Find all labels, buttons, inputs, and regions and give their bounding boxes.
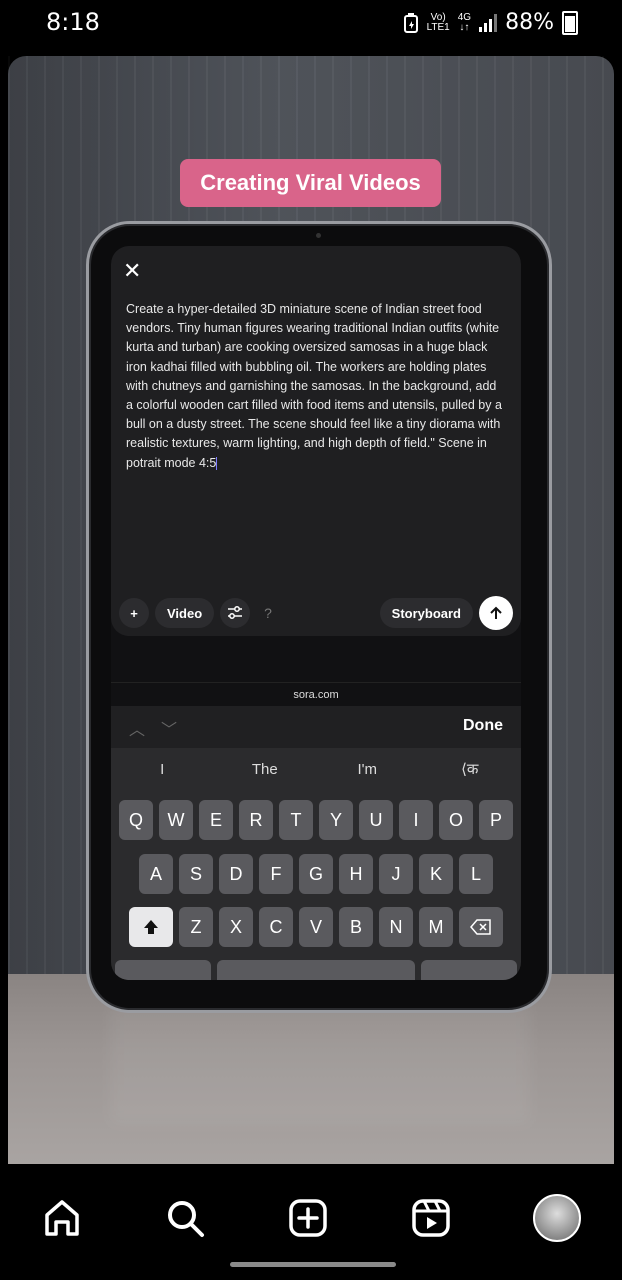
close-icon[interactable]: ✕ [123,258,141,284]
home-icon[interactable] [41,1197,83,1239]
key[interactable]: C [259,907,293,947]
key[interactable]: A [139,854,173,894]
prompt-textarea[interactable]: Create a hyper-detailed 3D miniature sce… [126,300,506,473]
table-reflection [110,1004,530,1124]
tablet-device: ✕ Create a hyper-detailed 3D miniature s… [86,221,552,1013]
key[interactable]: J [379,854,413,894]
data-type-label: 4G [457,11,472,23]
signal-icon [479,13,498,32]
key[interactable]: E [199,800,233,840]
help-button[interactable]: ? [264,605,272,621]
settings-button[interactable] [220,598,251,628]
key[interactable]: M [419,907,453,947]
status-time: 8:18 [46,8,100,36]
tablet-camera [316,233,321,238]
keyboard-row-3: Z X C V B N M [111,907,521,947]
keyboard-accessory-bar: ︿ ﹀ Done [111,706,521,748]
data-arrows: ↓↑ [459,21,470,33]
key[interactable]: I [399,800,433,840]
search-icon[interactable] [164,1197,206,1239]
field-navigation: ︿ ﹀ [129,716,177,740]
browser-url-bar[interactable]: sora.com [111,682,521,707]
bottom-navigation [0,1176,622,1280]
nav-icons [0,1194,622,1242]
suggestion-item[interactable]: ⟨क [419,759,522,779]
suggestion-item[interactable]: I'm [316,761,419,778]
status-bar: 8:18 Vo) LTE1 4G ↓↑ 88% [0,0,622,44]
reels-icon[interactable] [410,1197,452,1239]
done-button[interactable]: Done [463,717,503,735]
key[interactable]: L [459,854,493,894]
backspace-key[interactable] [459,907,503,947]
chevron-down-icon[interactable]: ﹀ [161,716,177,740]
key[interactable]: H [339,854,373,894]
key[interactable]: D [219,854,253,894]
volte-label: Vo) [430,11,446,23]
data-indicator: 4G ↓↑ [457,11,472,33]
key[interactable]: P [479,800,513,840]
key[interactable]: O [439,800,473,840]
key[interactable]: Z [179,907,213,947]
key[interactable]: U [359,800,393,840]
keyboard-row-2: A S D F G H J K L [111,854,521,894]
video-mode-button[interactable]: Video [155,598,215,628]
suggestion-item[interactable]: I [111,761,214,778]
key[interactable]: T [279,800,313,840]
prompt-composer: ✕ Create a hyper-detailed 3D miniature s… [111,246,521,636]
arrow-up-icon [490,606,502,619]
battery-saver-icon [403,12,418,33]
shift-key[interactable] [129,907,173,947]
on-screen-keyboard: I The I'm ⟨क Q W E R T Y U I O P A S D F… [111,748,521,980]
key[interactable]: S [179,854,213,894]
shift-icon [144,920,158,934]
gesture-bar [230,1262,396,1267]
title-pill: Creating Viral Videos [180,159,441,207]
tablet-screen: ✕ Create a hyper-detailed 3D miniature s… [111,246,521,980]
profile-avatar[interactable] [533,1194,582,1242]
battery-icon [562,10,578,35]
send-button[interactable] [479,596,513,630]
key[interactable]: Y [319,800,353,840]
key[interactable]: X [219,907,253,947]
key[interactable]: F [259,854,293,894]
keyboard-row-1: Q W E R T Y U I O P [111,800,521,840]
text-caret [216,456,218,470]
status-indicators: Vo) LTE1 4G ↓↑ 88% [403,10,578,35]
space-key[interactable] [217,960,415,980]
key[interactable]: V [299,907,333,947]
number-key[interactable] [115,960,211,980]
chevron-up-icon[interactable]: ︿ [129,716,145,740]
suggestion-item[interactable]: The [214,761,317,778]
return-key[interactable] [421,960,517,980]
key[interactable]: N [379,907,413,947]
backspace-icon [470,919,491,935]
lte-label: LTE1 [426,21,450,33]
key[interactable]: W [159,800,193,840]
sliders-icon [228,606,243,619]
battery-percent: 88% [505,10,554,35]
composer-toolbar: + Video ? Storyboard [119,596,513,630]
create-icon[interactable] [287,1197,329,1239]
key[interactable]: B [339,907,373,947]
key[interactable]: G [299,854,333,894]
add-button[interactable]: + [119,598,149,628]
suggestion-bar: I The I'm ⟨क [111,748,521,790]
volte-indicator: Vo) LTE1 [426,11,450,33]
reel-video[interactable]: Creating Viral Videos ✕ Create a hyper-d… [0,44,622,1176]
prompt-text: Create a hyper-detailed 3D miniature sce… [126,302,502,470]
storyboard-button[interactable]: Storyboard [379,598,473,628]
key[interactable]: K [419,854,453,894]
key[interactable]: R [239,800,273,840]
key[interactable]: Q [119,800,153,840]
